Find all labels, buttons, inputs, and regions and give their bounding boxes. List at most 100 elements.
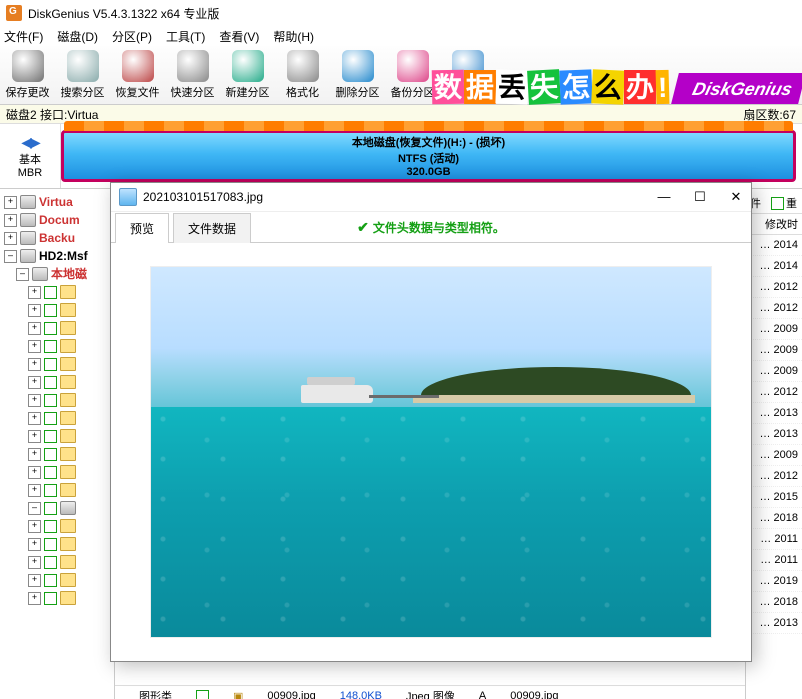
year-cell[interactable]: … 2009 (746, 340, 802, 361)
tree-node[interactable]: + (4, 517, 114, 535)
tree-checkbox[interactable] (44, 340, 57, 353)
year-cell[interactable]: … 2018 (746, 508, 802, 529)
tree-checkbox[interactable] (44, 376, 57, 389)
expand-toggle[interactable]: + (4, 196, 17, 209)
tree-node[interactable]: +Docum (4, 211, 114, 229)
menu-item[interactable]: 帮助(H) (273, 28, 314, 45)
year-cell[interactable]: … 2013 (746, 424, 802, 445)
expand-toggle[interactable]: + (4, 214, 17, 227)
tree-node[interactable]: + (4, 355, 114, 373)
tree-node[interactable]: + (4, 319, 114, 337)
year-cell[interactable]: … 2018 (746, 592, 802, 613)
disk-tree[interactable]: +Virtua+Docum+Backu–HD2:Msf–本地磁 + + + + + + + + +… (0, 189, 115, 699)
tree-checkbox[interactable] (44, 394, 57, 407)
tree-node[interactable]: + (4, 373, 114, 391)
tree-checkbox[interactable] (44, 322, 57, 335)
tree-node[interactable]: + (4, 301, 114, 319)
tree-checkbox[interactable] (44, 520, 57, 533)
menu-item[interactable]: 工具(T) (166, 28, 205, 45)
tree-node[interactable]: + (4, 589, 114, 607)
tree-node[interactable]: + (4, 427, 114, 445)
year-cell[interactable]: … 2009 (746, 445, 802, 466)
expand-toggle[interactable]: + (28, 448, 41, 461)
partition-block[interactable]: 本地磁盘(恢复文件)(H:) - (损坏) NTFS (活动) 320.0GB (61, 130, 796, 182)
col-re-checkbox[interactable] (771, 197, 784, 210)
year-cell[interactable]: … 2013 (746, 613, 802, 634)
year-cell[interactable]: … 2012 (746, 382, 802, 403)
toolbar-button[interactable]: 新建分区 (220, 50, 275, 104)
tree-checkbox[interactable] (44, 574, 57, 587)
tree-node[interactable]: +Virtua (4, 193, 114, 211)
menu-item[interactable]: 文件(F) (4, 28, 43, 45)
year-cell[interactable]: … 2009 (746, 361, 802, 382)
year-cell[interactable]: … 2015 (746, 487, 802, 508)
nav-arrows-icon[interactable]: ◀▶ (0, 134, 60, 151)
expand-toggle[interactable]: + (28, 466, 41, 479)
year-cell[interactable]: … 2011 (746, 550, 802, 571)
expand-toggle[interactable]: + (28, 484, 41, 497)
tree-checkbox[interactable] (44, 538, 57, 551)
expand-toggle[interactable]: + (28, 574, 41, 587)
expand-toggle[interactable]: + (28, 592, 41, 605)
tree-node[interactable]: + (4, 553, 114, 571)
year-cell[interactable]: … 2009 (746, 319, 802, 340)
tree-checkbox[interactable] (44, 502, 57, 515)
year-cell[interactable]: … 2013 (746, 403, 802, 424)
expand-toggle[interactable]: + (28, 340, 41, 353)
tree-node[interactable]: + (4, 571, 114, 589)
toolbar-button[interactable]: 删除分区 (330, 50, 385, 104)
toolbar-button[interactable]: 恢复文件 (110, 50, 165, 104)
year-cell[interactable]: … 2012 (746, 466, 802, 487)
tree-node[interactable]: + (4, 445, 114, 463)
tree-node[interactable]: – (4, 499, 114, 517)
expand-toggle[interactable]: – (4, 250, 17, 263)
year-cell[interactable]: … 2019 (746, 571, 802, 592)
expand-toggle[interactable]: + (28, 412, 41, 425)
year-cell[interactable]: … 2014 (746, 235, 802, 256)
tree-checkbox[interactable] (44, 484, 57, 497)
tree-node[interactable]: +Backu (4, 229, 114, 247)
maximize-button[interactable]: ☐ (693, 189, 707, 205)
expand-toggle[interactable]: – (28, 502, 41, 515)
row-checkbox[interactable] (196, 690, 209, 699)
tree-checkbox[interactable] (44, 448, 57, 461)
expand-toggle[interactable]: + (4, 232, 17, 245)
tree-node[interactable]: + (4, 283, 114, 301)
expand-toggle[interactable]: + (28, 556, 41, 569)
expand-toggle[interactable]: + (28, 286, 41, 299)
expand-toggle[interactable]: + (28, 520, 41, 533)
menu-item[interactable]: 查看(V) (219, 28, 259, 45)
minimize-button[interactable]: — (657, 189, 671, 205)
tree-node[interactable]: + (4, 481, 114, 499)
toolbar-button[interactable]: 搜索分区 (55, 50, 110, 104)
year-cell[interactable]: … 2012 (746, 277, 802, 298)
toolbar-button[interactable]: 格式化 (275, 50, 330, 104)
tree-checkbox[interactable] (44, 358, 57, 371)
tree-checkbox[interactable] (44, 430, 57, 443)
tree-checkbox[interactable] (44, 466, 57, 479)
year-cell[interactable]: … 2011 (746, 529, 802, 550)
tree-checkbox[interactable] (44, 592, 57, 605)
menu-item[interactable]: 磁盘(D) (57, 28, 98, 45)
expand-toggle[interactable]: + (28, 430, 41, 443)
tree-node[interactable]: + (4, 337, 114, 355)
tab-preview[interactable]: 预览 (115, 213, 169, 243)
expand-toggle[interactable]: + (28, 376, 41, 389)
menu-item[interactable]: 分区(P) (112, 28, 152, 45)
expand-toggle[interactable]: + (28, 322, 41, 335)
tree-node[interactable]: –本地磁 (4, 265, 114, 283)
tab-filedata[interactable]: 文件数据 (173, 213, 251, 243)
expand-toggle[interactable]: + (28, 538, 41, 551)
expand-toggle[interactable]: – (16, 268, 29, 281)
tree-node[interactable]: –HD2:Msf (4, 247, 114, 265)
tree-checkbox[interactable] (44, 412, 57, 425)
tree-node[interactable]: + (4, 391, 114, 409)
file-row[interactable]: 图形类 ▣ 00909.jpg 148.0KB Jpeg 图像 A 00909.… (115, 685, 745, 699)
tree-node[interactable]: + (4, 463, 114, 481)
tree-checkbox[interactable] (44, 286, 57, 299)
year-cell[interactable]: … 2014 (746, 256, 802, 277)
tree-node[interactable]: + (4, 409, 114, 427)
expand-toggle[interactable]: + (28, 358, 41, 371)
tree-checkbox[interactable] (44, 304, 57, 317)
toolbar-button[interactable]: 快速分区 (165, 50, 220, 104)
